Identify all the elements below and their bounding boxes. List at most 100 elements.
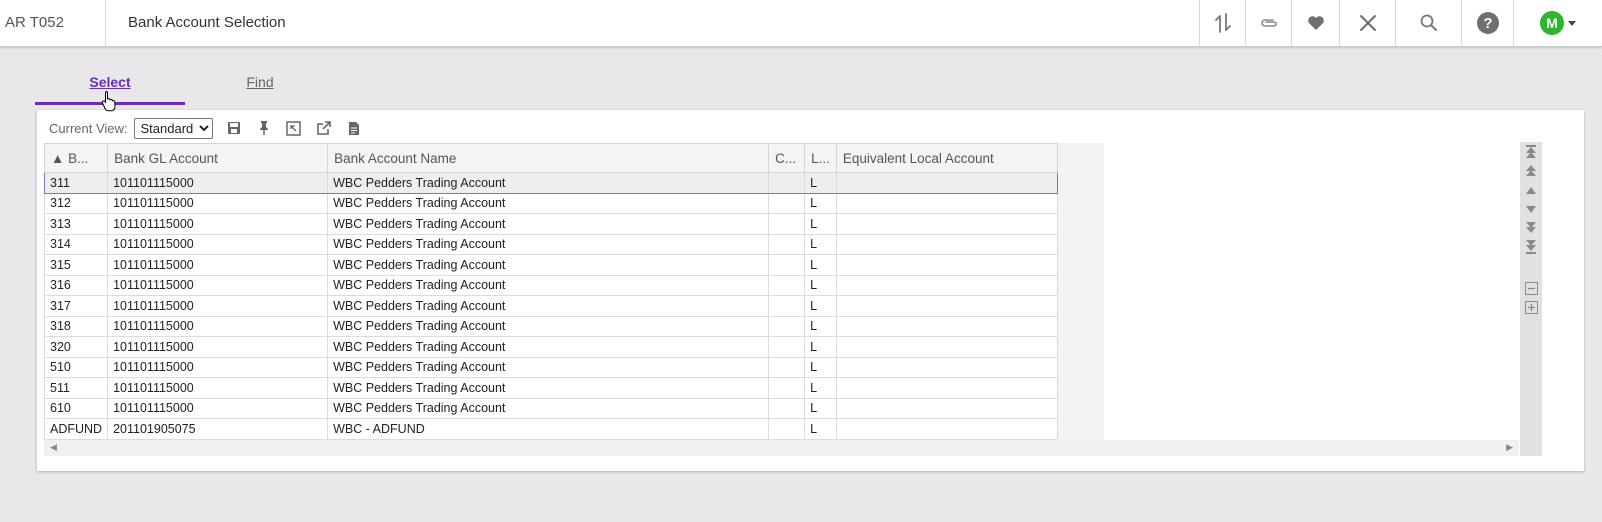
cell-local[interactable]: L — [804, 233, 837, 255]
cell-currency[interactable] — [768, 254, 806, 276]
cell-bank-gl-account[interactable]: 101101115000 — [107, 213, 329, 235]
cell-currency[interactable] — [768, 295, 806, 317]
swap-icon[interactable] — [1199, 0, 1245, 46]
cell-currency[interactable] — [768, 274, 806, 296]
table-row[interactable]: 316 101101115000 WBC Pedders Trading Accou… — [43, 274, 1058, 296]
avatar[interactable]: M — [1540, 11, 1564, 35]
cell-local[interactable]: L — [804, 295, 837, 317]
cell-local[interactable]: L — [804, 254, 837, 276]
cell-equivalent-local-account[interactable] — [835, 192, 1058, 214]
cell-equivalent-local-account[interactable] — [835, 172, 1058, 194]
cell-bank-gl-account[interactable]: 101101115000 — [107, 336, 329, 358]
table-row[interactable]: 315 101101115000 WBC Pedders Trading Accou… — [43, 254, 1058, 276]
cell-local[interactable]: L — [804, 172, 837, 194]
cell-equivalent-local-account[interactable] — [835, 397, 1058, 419]
cell-bank[interactable]: 511 — [43, 377, 109, 399]
table-row[interactable]: 317 101101115000 WBC Pedders Trading Accou… — [43, 295, 1058, 317]
expand-icon[interactable] — [1524, 298, 1538, 316]
tab-find[interactable]: Find — [185, 66, 335, 106]
cell-bank[interactable]: 316 — [43, 274, 109, 296]
column-header-bank-account-name[interactable]: Bank Account Name — [327, 143, 770, 173]
table-row[interactable]: 511 101101115000 WBC Pedders Trading Accou… — [43, 377, 1058, 399]
chevron-down-icon[interactable] — [1568, 20, 1576, 26]
cell-bank-account-name[interactable]: WBC Pedders Trading Account — [327, 192, 770, 214]
cell-equivalent-local-account[interactable] — [835, 254, 1058, 276]
cell-bank-gl-account[interactable]: 101101115000 — [107, 377, 329, 399]
cell-currency[interactable] — [768, 315, 806, 337]
column-header-equivalent-local-account[interactable]: Equivalent Local Account — [835, 143, 1058, 173]
user-menu[interactable]: M — [1513, 0, 1602, 46]
cell-bank-gl-account[interactable]: 101101115000 — [107, 233, 329, 255]
cell-bank[interactable]: ADFUND — [43, 418, 109, 440]
cell-equivalent-local-account[interactable] — [835, 377, 1058, 399]
cell-bank-gl-account[interactable]: 101101115000 — [107, 295, 329, 317]
column-header-bank[interactable]: ▲ B... — [43, 143, 109, 173]
cell-bank[interactable]: 315 — [43, 254, 109, 276]
cell-local[interactable]: L — [804, 213, 837, 235]
cell-local[interactable]: L — [804, 356, 837, 378]
first-page-icon[interactable] — [1524, 143, 1538, 161]
table-row[interactable]: 610 101101115000 WBC Pedders Trading Accou… — [43, 397, 1058, 419]
cell-currency[interactable] — [768, 233, 806, 255]
cell-local[interactable]: L — [804, 336, 837, 358]
pin-icon[interactable] — [255, 119, 273, 137]
favorite-heart-icon[interactable] — [1291, 0, 1339, 46]
cell-bank[interactable]: 510 — [43, 356, 109, 378]
cell-bank[interactable]: 313 — [43, 213, 109, 235]
table-row[interactable]: 320 101101115000 WBC Pedders Trading Accou… — [43, 336, 1058, 358]
cell-bank-gl-account[interactable]: 101101115000 — [107, 274, 329, 296]
cell-bank-account-name[interactable]: WBC Pedders Trading Account — [327, 295, 770, 317]
cell-currency[interactable] — [768, 336, 806, 358]
cell-currency[interactable] — [768, 377, 806, 399]
cell-currency[interactable] — [768, 418, 806, 440]
scroll-right-icon[interactable]: ▶ — [1506, 442, 1513, 453]
cell-equivalent-local-account[interactable] — [835, 274, 1058, 296]
cell-bank-gl-account[interactable]: 101101115000 — [107, 254, 329, 276]
cell-equivalent-local-account[interactable] — [835, 315, 1058, 337]
table-row[interactable]: 510 101101115000 WBC Pedders Trading Accou… — [43, 356, 1058, 378]
cell-bank[interactable]: 312 — [43, 192, 109, 214]
cell-local[interactable]: L — [804, 418, 837, 440]
table-row[interactable]: ADFUND 201101905075 WBC - ADFUND L — [43, 418, 1058, 440]
table-row[interactable]: 311 101101115000 WBC Pedders Trading Accou… — [43, 172, 1058, 194]
cell-bank[interactable]: 311 — [43, 172, 109, 194]
save-icon[interactable] — [225, 119, 243, 137]
cell-bank-gl-account[interactable]: 101101115000 — [107, 172, 329, 194]
cell-bank-gl-account[interactable]: 201101905075 — [107, 418, 329, 440]
cell-bank-gl-account[interactable]: 101101115000 — [107, 356, 329, 378]
cell-equivalent-local-account[interactable] — [835, 233, 1058, 255]
horizontal-scrollbar[interactable]: ◀ ▶ — [44, 440, 1519, 456]
column-header-currency[interactable]: C... — [768, 143, 806, 173]
cell-local[interactable]: L — [804, 315, 837, 337]
cell-bank-account-name[interactable]: WBC Pedders Trading Account — [327, 233, 770, 255]
cell-bank-account-name[interactable]: WBC Pedders Trading Account — [327, 336, 770, 358]
last-page-icon[interactable] — [1524, 238, 1538, 256]
cell-equivalent-local-account[interactable] — [835, 336, 1058, 358]
column-header-local[interactable]: L... — [804, 143, 837, 173]
cell-bank[interactable]: 610 — [43, 397, 109, 419]
cell-bank[interactable]: 317 — [43, 295, 109, 317]
cell-bank[interactable]: 318 — [43, 315, 109, 337]
cell-bank-account-name[interactable]: WBC - ADFUND — [327, 418, 770, 440]
cell-bank-account-name[interactable]: WBC Pedders Trading Account — [327, 254, 770, 276]
cell-bank-account-name[interactable]: WBC Pedders Trading Account — [327, 356, 770, 378]
cell-bank-gl-account[interactable]: 101101115000 — [107, 315, 329, 337]
table-row[interactable]: 318 101101115000 WBC Pedders Trading Accou… — [43, 315, 1058, 337]
table-row[interactable]: 313 101101115000 WBC Pedders Trading Accou… — [43, 213, 1058, 235]
cell-equivalent-local-account[interactable] — [835, 418, 1058, 440]
cell-currency[interactable] — [768, 356, 806, 378]
help-icon[interactable]: ? — [1461, 0, 1513, 46]
cell-bank-gl-account[interactable]: 101101115000 — [107, 192, 329, 214]
search-icon[interactable] — [1395, 0, 1461, 46]
cell-bank[interactable]: 320 — [43, 336, 109, 358]
cell-currency[interactable] — [768, 213, 806, 235]
cell-bank-account-name[interactable]: WBC Pedders Trading Account — [327, 315, 770, 337]
collapse-icon[interactable] — [1524, 279, 1538, 297]
attachment-icon[interactable] — [1245, 0, 1291, 46]
current-view-select[interactable]: Standard — [133, 117, 213, 139]
cell-currency[interactable] — [768, 397, 806, 419]
cell-bank-account-name[interactable]: WBC Pedders Trading Account — [327, 172, 770, 194]
cell-currency[interactable] — [768, 192, 806, 214]
cell-equivalent-local-account[interactable] — [835, 356, 1058, 378]
export-icon[interactable] — [315, 119, 333, 137]
